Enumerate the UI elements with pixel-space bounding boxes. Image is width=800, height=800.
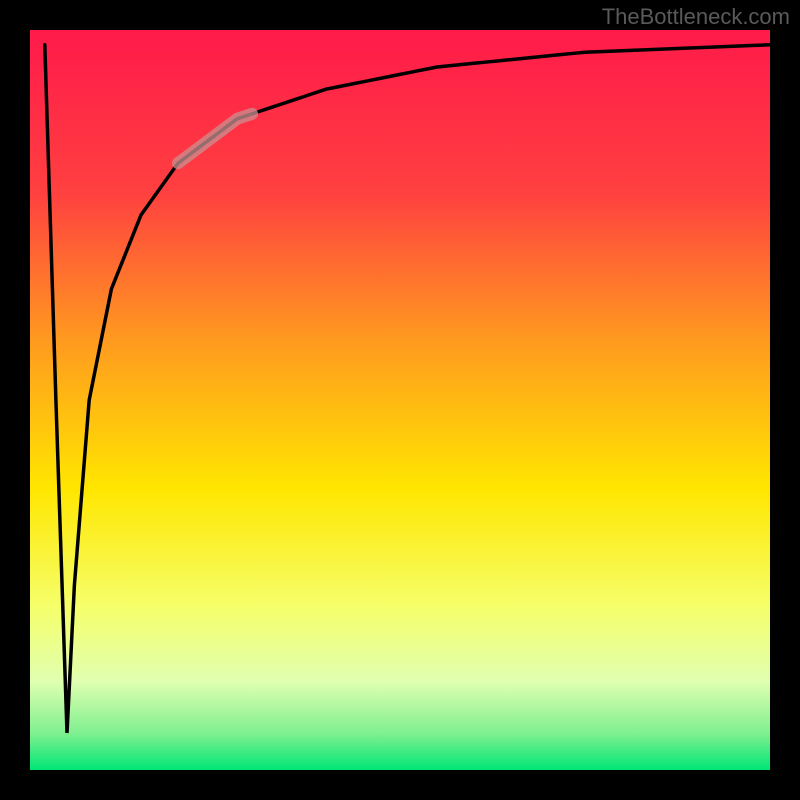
watermark-text: TheBottleneck.com [602, 4, 790, 30]
plot-area-gradient [30, 30, 770, 770]
chart-svg [0, 0, 800, 800]
chart-container: TheBottleneck.com [0, 0, 800, 800]
